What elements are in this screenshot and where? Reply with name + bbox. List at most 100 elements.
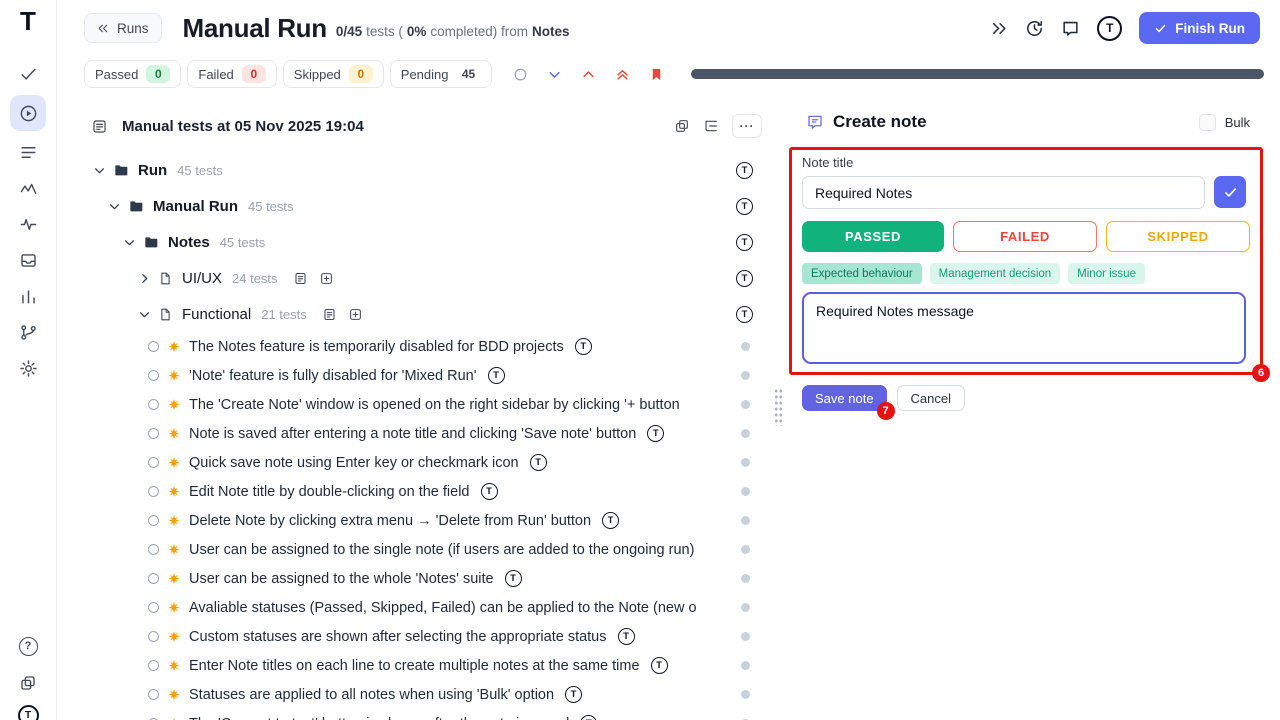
tree-view-icon[interactable] bbox=[703, 118, 719, 134]
test-title[interactable]: Delete Note by clicking extra menu → 'De… bbox=[189, 513, 591, 529]
help-button[interactable]: ? bbox=[10, 631, 46, 661]
status-passed-button[interactable]: PASSED bbox=[802, 221, 944, 252]
test-row[interactable]: Delete Note by clicking extra menu → 'De… bbox=[57, 506, 780, 535]
tree-suite-uiux[interactable]: UI/UX 24 tests T bbox=[57, 260, 780, 296]
filter-skipped[interactable]: Skipped 0 bbox=[283, 60, 384, 88]
test-status-dot[interactable] bbox=[741, 487, 750, 496]
testomat-badge-icon[interactable]: T bbox=[565, 686, 582, 703]
test-row[interactable]: Quick save note using Enter key or check… bbox=[57, 448, 780, 477]
test-radio[interactable] bbox=[148, 399, 159, 410]
projects-button[interactable] bbox=[10, 668, 46, 698]
comment-icon[interactable] bbox=[1061, 19, 1080, 38]
test-title[interactable]: Note is saved after entering a note titl… bbox=[189, 426, 636, 442]
test-status-dot[interactable] bbox=[741, 603, 750, 612]
test-title[interactable]: Quick save note using Enter key or check… bbox=[189, 455, 519, 471]
test-status-dot[interactable] bbox=[741, 371, 750, 380]
copy-icon[interactable] bbox=[674, 118, 690, 134]
testomat-badge-icon[interactable]: T bbox=[575, 338, 592, 355]
sidebar-item-runs[interactable] bbox=[10, 95, 46, 131]
suite-name[interactable]: Notes bbox=[168, 234, 210, 251]
sidebar-item-analytics[interactable] bbox=[10, 173, 46, 203]
notes-icon[interactable] bbox=[322, 307, 337, 322]
test-radio[interactable] bbox=[148, 341, 159, 352]
test-radio[interactable] bbox=[148, 631, 159, 642]
test-status-dot[interactable] bbox=[741, 516, 750, 525]
testomat-badge-icon[interactable]: T bbox=[736, 162, 753, 179]
test-status-dot[interactable] bbox=[741, 458, 750, 467]
suite-name[interactable]: Manual Run bbox=[153, 198, 238, 215]
fast-forward-icon[interactable] bbox=[989, 19, 1008, 38]
tag-expected-behaviour[interactable]: Expected behaviour bbox=[802, 263, 922, 284]
suite-name[interactable]: Functional bbox=[182, 306, 251, 323]
tag-minor-issue[interactable]: Minor issue bbox=[1068, 263, 1145, 284]
test-row[interactable]: 'Note' feature is fully disabled for 'Mi… bbox=[57, 361, 780, 390]
test-radio[interactable] bbox=[148, 370, 159, 381]
test-status-dot[interactable] bbox=[741, 632, 750, 641]
test-status-dot[interactable] bbox=[741, 429, 750, 438]
filter-pending[interactable]: Pending 45 bbox=[390, 60, 492, 88]
chevron-right-icon[interactable] bbox=[138, 272, 151, 285]
sidebar-item-checks[interactable] bbox=[10, 59, 46, 89]
run-summary-icon[interactable] bbox=[91, 118, 108, 135]
suite-name[interactable]: Run bbox=[138, 162, 167, 179]
test-status-dot[interactable] bbox=[741, 400, 750, 409]
testomat-badge-icon[interactable]: T bbox=[580, 715, 597, 720]
testomat-badge-icon[interactable]: T bbox=[736, 234, 753, 251]
test-radio[interactable] bbox=[148, 573, 159, 584]
status-skipped-button[interactable]: SKIPPED bbox=[1106, 221, 1250, 252]
app-logo[interactable]: T bbox=[20, 6, 36, 37]
test-row[interactable]: User can be assigned to the whole 'Notes… bbox=[57, 564, 780, 593]
test-radio[interactable] bbox=[148, 515, 159, 526]
save-note-button[interactable]: Save note 7 bbox=[802, 385, 887, 411]
note-message-textarea[interactable]: Required Notes message bbox=[802, 292, 1246, 364]
test-row[interactable]: Note is saved after entering a note titl… bbox=[57, 419, 780, 448]
sidebar-item-settings[interactable] bbox=[10, 353, 46, 383]
test-row[interactable]: Statuses are applied to all notes when u… bbox=[57, 680, 780, 709]
test-title[interactable]: The 'Convert to test' button is shown af… bbox=[189, 716, 569, 720]
notes-icon[interactable] bbox=[293, 271, 308, 286]
testomat-badge-icon[interactable]: T bbox=[530, 454, 547, 471]
test-title[interactable]: Custom statuses are shown after selectin… bbox=[189, 629, 607, 645]
quick-save-button[interactable] bbox=[1214, 176, 1246, 208]
test-title[interactable]: Edit Note title by double-clicking on th… bbox=[189, 484, 470, 500]
test-radio[interactable] bbox=[148, 602, 159, 613]
test-status-dot[interactable] bbox=[741, 342, 750, 351]
bulk-checkbox[interactable] bbox=[1199, 114, 1216, 131]
test-status-dot[interactable] bbox=[741, 661, 750, 670]
sidebar-item-branches[interactable] bbox=[10, 317, 46, 347]
test-row[interactable]: Custom statuses are shown after selectin… bbox=[57, 622, 780, 651]
sidebar-item-suites[interactable] bbox=[10, 137, 46, 167]
test-status-dot[interactable] bbox=[741, 545, 750, 554]
tree-folder-manual-run[interactable]: Manual Run 45 tests T bbox=[57, 188, 780, 224]
test-radio[interactable] bbox=[148, 486, 159, 497]
testomat-badge-icon[interactable]: T bbox=[736, 306, 753, 323]
test-row[interactable]: Avaliable statuses (Passed, Skipped, Fai… bbox=[57, 593, 780, 622]
testomat-badge-icon[interactable]: T bbox=[505, 570, 522, 587]
tree-folder-run[interactable]: Run 45 tests T bbox=[57, 152, 780, 188]
note-title-input[interactable] bbox=[802, 176, 1205, 209]
back-to-runs-button[interactable]: Runs bbox=[84, 13, 162, 43]
testomat-badge-icon[interactable]: T bbox=[736, 270, 753, 287]
test-radio[interactable] bbox=[148, 457, 159, 468]
chevron-down-icon[interactable] bbox=[138, 308, 151, 321]
testomat-logo-icon[interactable]: T bbox=[18, 705, 39, 720]
test-radio[interactable] bbox=[148, 544, 159, 555]
test-status-dot[interactable] bbox=[741, 574, 750, 583]
test-title[interactable]: Avaliable statuses (Passed, Skipped, Fai… bbox=[189, 600, 697, 616]
test-title[interactable]: The 'Create Note' window is opened on th… bbox=[189, 397, 680, 413]
testomat-badge-icon[interactable]: T bbox=[647, 425, 664, 442]
test-title[interactable]: Enter Note titles on each line to create… bbox=[189, 658, 640, 674]
testomat-badge-icon[interactable]: T bbox=[481, 483, 498, 500]
filter-failed[interactable]: Failed 0 bbox=[187, 60, 276, 88]
test-radio[interactable] bbox=[148, 428, 159, 439]
test-row[interactable]: The Notes feature is temporarily disable… bbox=[57, 332, 780, 361]
test-title[interactable]: User can be assigned to the whole 'Notes… bbox=[189, 571, 494, 587]
sidebar-item-reports[interactable] bbox=[10, 281, 46, 311]
test-radio[interactable] bbox=[148, 689, 159, 700]
bulk-toggle[interactable]: Bulk bbox=[1199, 114, 1250, 131]
test-row[interactable]: User can be assigned to the single note … bbox=[57, 535, 780, 564]
more-options-button[interactable]: ··· bbox=[732, 114, 762, 138]
tree-suite-functional[interactable]: Functional 21 tests T bbox=[57, 296, 780, 332]
add-test-icon[interactable] bbox=[319, 271, 334, 286]
testomat-badge-icon[interactable]: T bbox=[488, 367, 505, 384]
